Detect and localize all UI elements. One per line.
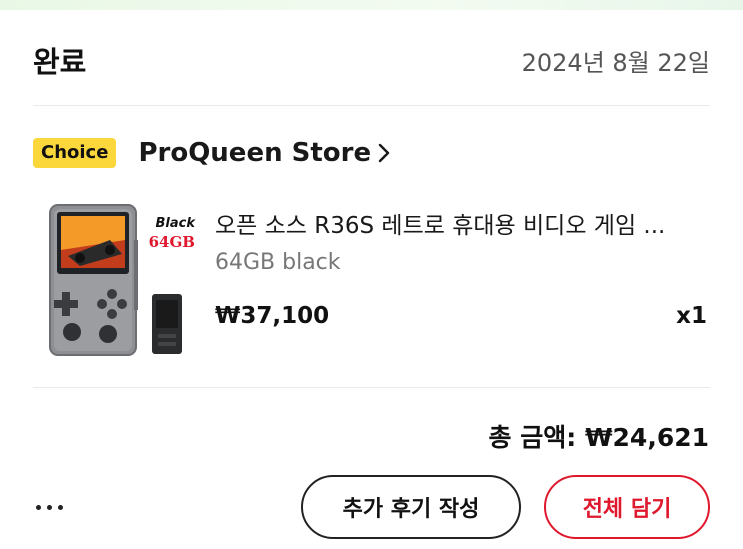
thumb-capacity-label: 64GB bbox=[149, 233, 195, 251]
choice-badge: Choice bbox=[33, 138, 117, 168]
write-review-button[interactable]: 추가 후기 작성 bbox=[301, 475, 521, 539]
more-options-button[interactable] bbox=[36, 490, 76, 524]
store-name[interactable]: ProQueen Store bbox=[138, 138, 371, 168]
order-date: 2024년 8월 22일 bbox=[521, 48, 710, 77]
order-total: 총 금액: ₩24,621 bbox=[488, 423, 709, 452]
order-header: 완료 2024년 8월 22일 bbox=[33, 38, 710, 82]
chevron-right-icon bbox=[378, 143, 390, 163]
product-variant: 64GB black bbox=[215, 250, 341, 275]
store-link[interactable]: Choice ProQueen Store bbox=[33, 135, 391, 171]
order-status: 완료 bbox=[33, 45, 87, 79]
add-all-to-cart-button[interactable]: 전체 담기 bbox=[544, 475, 710, 539]
product-thumbnail[interactable]: Black 64GB bbox=[40, 200, 198, 360]
divider bbox=[33, 387, 710, 388]
thumb-color-label: Black bbox=[156, 216, 197, 231]
product-price: ₩37,100 bbox=[215, 303, 330, 329]
ellipsis-icon bbox=[36, 504, 63, 510]
product-title[interactable]: 오픈 소스 R36S 레트로 휴대용 비디오 게임 ... bbox=[215, 206, 710, 240]
product-quantity: x1 bbox=[676, 303, 707, 329]
divider bbox=[33, 105, 710, 106]
top-banner-edge bbox=[0, 0, 743, 10]
